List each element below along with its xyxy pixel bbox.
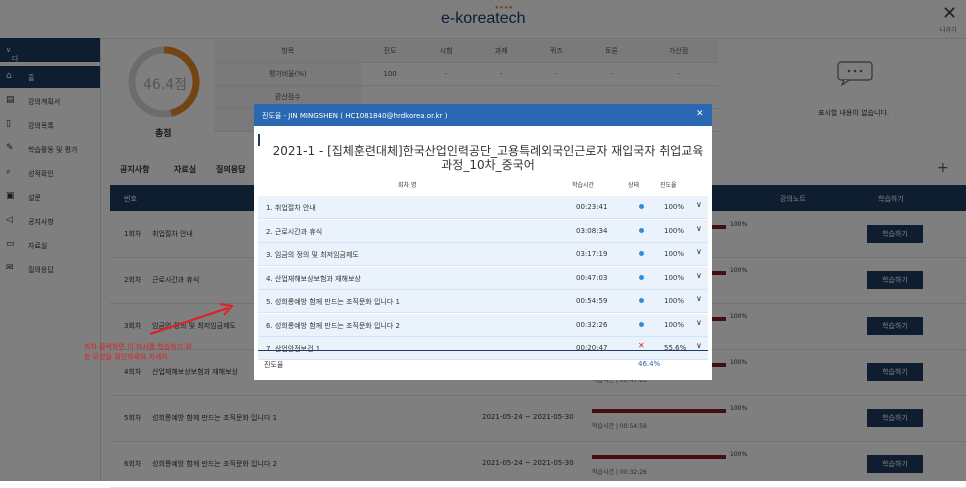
lesson-progress: 100% (664, 273, 685, 282)
chevron-down-icon[interactable]: ∨ (696, 341, 702, 350)
modal-header: 진도율 - JIN MINGSHEN ( HC1081840@hrdkorea.… (254, 104, 712, 126)
lesson-time: 03:17:19 (576, 250, 608, 258)
lesson-time: 00:23:41 (576, 203, 608, 211)
lesson-progress: 100% (664, 203, 685, 211)
lesson-name: 6. 성희롱예방 함께 만드는 조직문화 입니다 2 (266, 321, 400, 330)
lesson-time: 00:54:59 (576, 297, 608, 305)
lesson-name: 2. 근로시간과 휴식 (266, 227, 323, 236)
status-dot-icon (639, 298, 644, 303)
status-dot-icon (639, 274, 644, 280)
status-dot-icon (639, 227, 644, 233)
status-x-icon: ✕ (638, 341, 645, 350)
modal-title: 진도율 - JIN MINGSHEN ( HC1081840@hrdkorea.… (262, 112, 448, 120)
list-item[interactable]: 3. 임금의 정의 및 최저임금제도 03:17:19 100% ∨ (258, 243, 708, 266)
col-time: 학습시간 (572, 182, 595, 189)
lesson-time: 03:08:34 (576, 226, 608, 235)
lesson-time: 00:32:26 (576, 320, 608, 329)
lesson-name: 4. 산업재해보상보험과 재해보상 (266, 274, 361, 283)
chevron-down-icon[interactable]: ∨ (696, 271, 702, 280)
col-name: 회차 명 (398, 182, 417, 189)
list-item[interactable]: 4. 산업재해보상보험과 재해보상 00:47:03 100% ∨ (258, 266, 708, 290)
progress-modal: 진도율 - JIN MINGSHEN ( HC1081840@hrdkorea.… (254, 104, 712, 380)
lesson-progress: 100% (664, 250, 685, 258)
total-progress-label: 진도율 (264, 361, 284, 369)
course-title: 2021-1 - [집체훈련대체]한국산업인력공단_고용특례외국인근로자 재입국… (272, 144, 704, 172)
list-divider (258, 350, 708, 351)
list-header: 회차 명 학습시간 상태 진도율 (258, 172, 708, 197)
status-dot-icon (639, 321, 644, 327)
status-dot-icon (639, 204, 644, 209)
chevron-down-icon[interactable]: ∨ (696, 200, 702, 209)
col-progress: 진도율 (660, 182, 677, 189)
list-item[interactable]: 2. 근로시간과 휴식 03:08:34 100% ∨ (258, 219, 708, 243)
list-item[interactable]: 5. 성희롱예방 함께 만드는 조직문화 입니다 1 00:54:59 100% ∨ (258, 290, 708, 313)
chevron-down-icon[interactable]: ∨ (696, 247, 702, 256)
chevron-down-icon[interactable]: ∨ (696, 318, 702, 327)
chevron-down-icon[interactable]: ∨ (696, 224, 702, 233)
lesson-name: 1. 취업절차 안내 (266, 204, 316, 212)
lesson-name: 7. 산업안전보건 1 (266, 345, 321, 353)
lesson-name: 5. 성희롱예방 함께 만드는 조직문화 입니다 1 (266, 298, 400, 306)
status-dot-icon (639, 251, 644, 256)
lesson-name: 3. 임금의 정의 및 최저임금제도 (266, 251, 359, 259)
annotation-arrow-icon (149, 303, 234, 335)
list-item[interactable]: 6. 성희롱예방 함께 만드는 조직문화 입니다 2 00:32:26 100% ∨ (258, 313, 708, 337)
lesson-time: 00:47:03 (576, 273, 608, 282)
list-item[interactable]: 1. 취업절차 안내 00:23:41 100% ∨ (258, 196, 708, 219)
lesson-progress: 100% (664, 320, 685, 329)
course-title-bar (258, 134, 260, 146)
close-icon[interactable]: ✕ (696, 109, 704, 119)
lesson-progress: 100% (664, 226, 685, 235)
col-status: 상태 (628, 182, 640, 189)
lesson-progress: 100% (664, 297, 685, 305)
chevron-down-icon[interactable]: ∨ (696, 294, 702, 303)
annotation-note: 회차 클릭하면 이 차시를 학습하기 위한 모양을 확인하세요 자세히 (84, 343, 192, 361)
list-item[interactable]: 7. 산업안전보건 1 00:20:47 ✕ 55.6% ∨ (258, 337, 708, 360)
total-progress-value: 46.4% (638, 360, 661, 368)
